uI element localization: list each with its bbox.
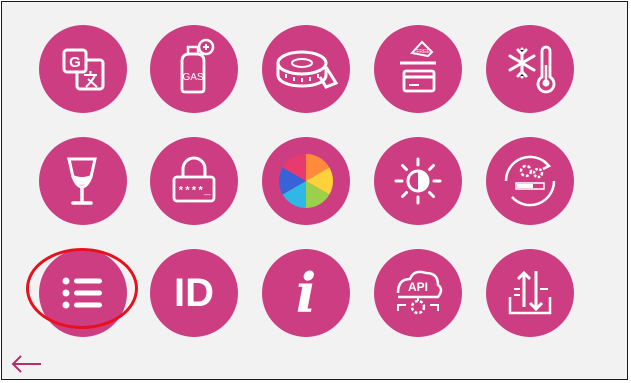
gas-tile[interactable]: GAS [150,25,238,113]
svg-text:FREE: FREE [416,49,430,55]
svg-text:API: API [408,280,428,294]
refresh-settings-icon [504,155,556,207]
id-icon: ID [174,270,214,315]
settings-screen: G GAS FREE ****_ ID i API [1,1,628,380]
list-menu-icon [62,277,102,309]
password-tile[interactable]: ****_ [150,137,238,225]
reset-tile[interactable] [486,137,574,225]
card-payment-icon: FREE [400,40,436,93]
brightness-tile[interactable] [374,137,462,225]
menu-list-tile[interactable] [39,249,127,337]
gas-cylinder-icon: GAS [180,38,215,94]
id-tile[interactable]: ID [150,249,238,337]
cooling-tile[interactable] [486,25,574,113]
back-button[interactable] [10,352,42,376]
language-tile[interactable]: G [39,25,127,113]
info-icon: i [295,261,317,325]
wine-glass-icon [67,157,97,205]
info-tile[interactable]: i [262,249,350,337]
snowflake-thermometer-icon [508,45,556,94]
transfer-arrows-icon [508,270,552,315]
wine-tile[interactable] [39,137,127,225]
svg-text:G: G [69,54,81,71]
password-lock-icon: ****_ [172,156,216,203]
color-wheel-icon [278,154,334,208]
measuring-tape-icon [276,50,339,89]
svg-text:GAS: GAS [182,72,203,83]
payment-tile[interactable]: FREE [374,25,462,113]
api-tile[interactable]: API [374,249,462,337]
measure-tile[interactable] [262,25,350,113]
translate-icon: G [62,48,105,91]
brightness-icon [394,157,442,205]
transfer-tile[interactable] [486,249,574,337]
color-tile[interactable] [262,137,350,225]
svg-text:****_: ****_ [177,186,210,198]
api-settings-icon: API [396,270,443,315]
back-arrow-icon [11,355,41,373]
